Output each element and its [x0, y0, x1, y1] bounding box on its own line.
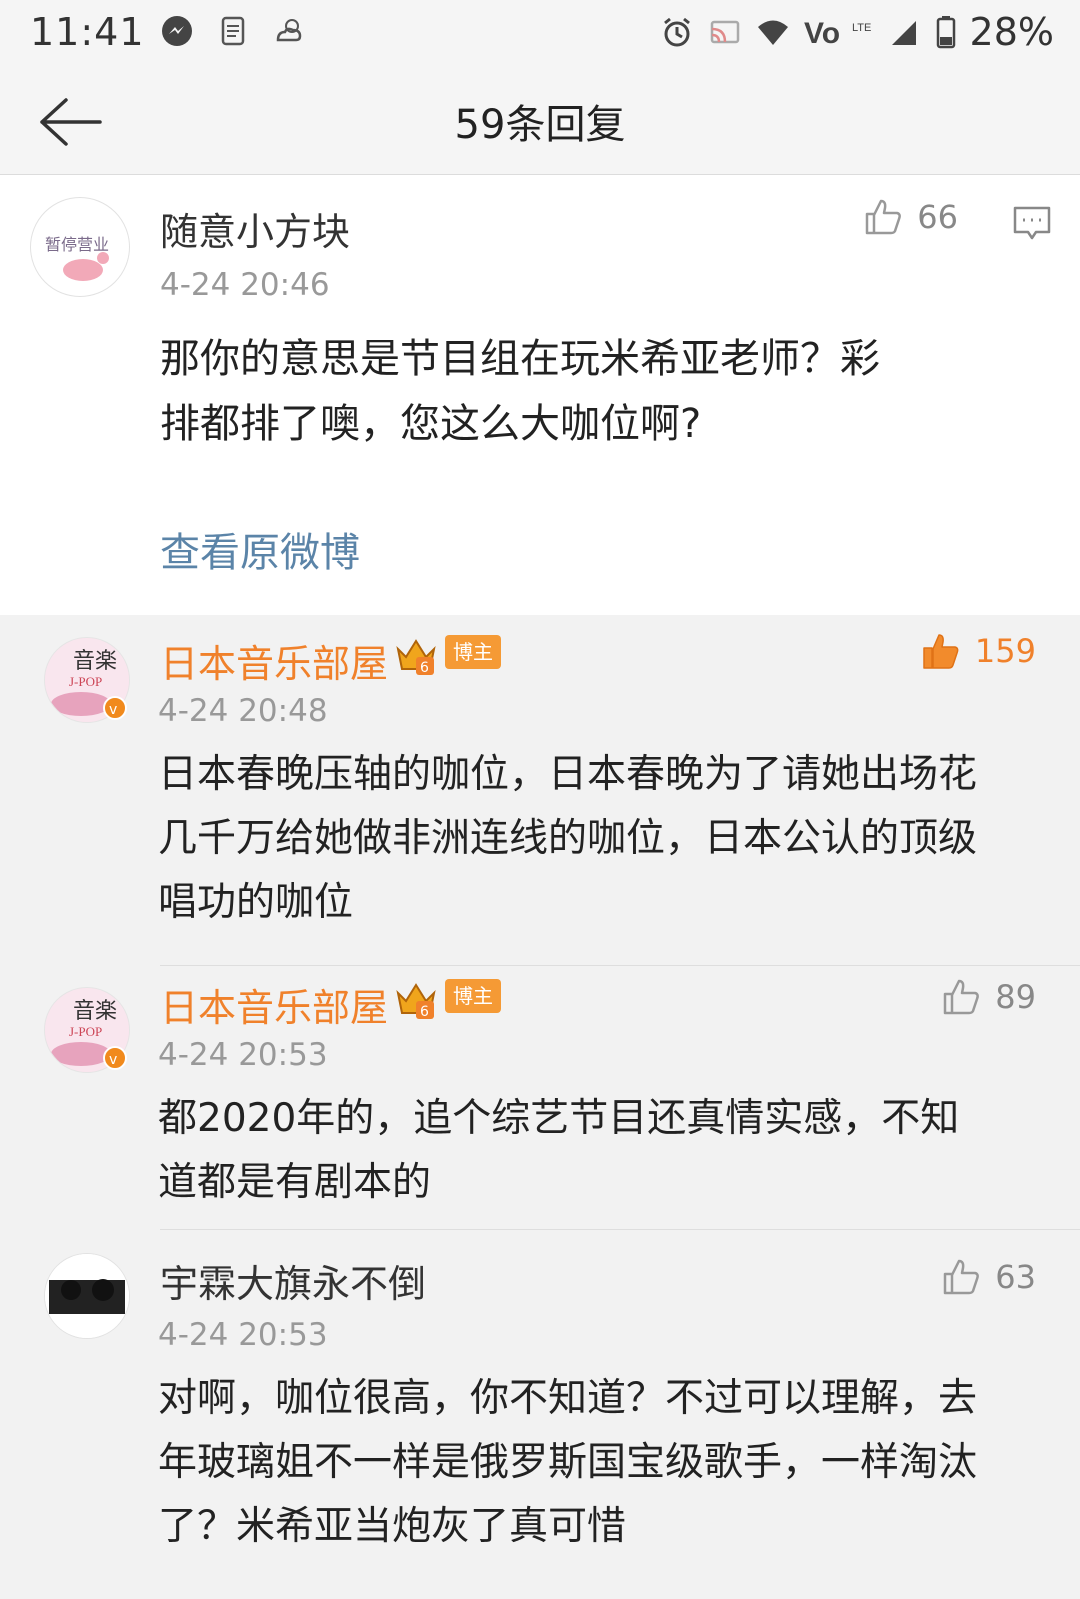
- thumbs-up-icon: [944, 979, 980, 1015]
- status-right: Vo LTE 28%: [660, 10, 1054, 54]
- thumbs-up-filled-icon: [923, 634, 959, 669]
- reply-time: 4-24 20:53: [158, 1317, 328, 1353]
- alarm-icon: [663, 17, 690, 47]
- reply-line: 几千万给她做非洲连线的咖位，日本公认的顶级: [158, 816, 978, 861]
- avatar[interactable]: 暂停营业: [30, 197, 130, 297]
- crown-icon: 6: [396, 983, 436, 1020]
- status-left-icons: [160, 14, 306, 48]
- reply-time: 4-24 20:48: [158, 693, 328, 729]
- battery-icon: [936, 16, 955, 49]
- status-time: 11:41: [30, 10, 145, 54]
- comment-author[interactable]: 随意小方块: [160, 201, 350, 256]
- avatar-image: [45, 1254, 129, 1338]
- svg-text:v: v: [109, 702, 117, 718]
- crown-icon: 6: [396, 639, 436, 676]
- svg-text:暂停营业: 暂停营业: [45, 235, 109, 254]
- author-badge: 博主: [445, 979, 501, 1013]
- like-button[interactable]: 159: [921, 631, 1036, 671]
- wifi-icon: [757, 20, 788, 45]
- comment-line: 排都排了噢，您这么大咖位啊?: [160, 401, 702, 447]
- reply-author[interactable]: 日本音乐部屋: [160, 633, 388, 688]
- comment-line: 那你的意思是节目组在玩米希亚老师？彩: [160, 336, 880, 382]
- reply-item: 宇霖大旗永不倒 63 4-24 20:53 对啊，咖位很高，你不知道？不过可以理…: [0, 1253, 1080, 1599]
- comment-text: 那你的意思是节目组在玩米希亚老师？彩 排都排了噢，您这么大咖位啊?: [160, 327, 1050, 457]
- volte-icon: Vo LTE: [804, 17, 871, 49]
- cast-icon: [710, 20, 739, 44]
- svg-text:Vo: Vo: [804, 17, 840, 49]
- messenger-icon: [162, 16, 192, 46]
- signal-icon: [891, 21, 916, 45]
- document-icon: [221, 16, 245, 46]
- like-button[interactable]: 89: [941, 977, 1036, 1017]
- battery-percent: 28%: [969, 10, 1054, 54]
- divider: [160, 965, 1080, 966]
- svg-text:6: 6: [420, 660, 429, 676]
- reply-line: 唱功的咖位: [158, 880, 354, 925]
- divider: [160, 1229, 1080, 1230]
- reply-text: 对啊，咖位很高，你不知道？不过可以理解，去 年玻璃姐不一样是俄罗斯国宝级歌手，一…: [158, 1367, 1048, 1559]
- svg-text:LTE: LTE: [852, 22, 871, 34]
- verified-badge-icon: v: [103, 696, 127, 720]
- svg-text:6: 6: [420, 1004, 429, 1020]
- reply-line: 了？米希亚当炮灰了真可惜: [158, 1504, 627, 1549]
- reply-text: 都2020年的，追个综艺节目还真情实感，不知 道都是有剧本的: [158, 1087, 1048, 1215]
- svg-text:音楽: 音楽: [73, 649, 117, 674]
- reply-line: 都2020年的，追个综艺节目还真情实感，不知: [158, 1096, 960, 1141]
- reply-line: 日本春晚压轴的咖位，日本春晚为了请她出场花: [158, 752, 978, 797]
- page-title: 59条回复: [454, 102, 626, 148]
- reply-text: 日本春晚压轴的咖位，日本春晚为了请她出场花 几千万给她做非洲连线的咖位，日本公认…: [158, 743, 1048, 935]
- status-bar: 11:41 Vo LTE 28%: [0, 0, 1080, 72]
- svg-text:音楽: 音楽: [73, 999, 117, 1024]
- reply-time: 4-24 20:53: [158, 1037, 328, 1073]
- like-count: 89: [995, 978, 1036, 1016]
- verified-badge-icon: v: [103, 1046, 127, 1070]
- author-badge: 博主: [445, 635, 501, 669]
- thumbs-up-icon: [944, 1259, 980, 1295]
- thumbs-up-icon: [866, 199, 902, 235]
- weather-icon: [276, 19, 302, 42]
- like-count: 66: [917, 198, 958, 236]
- svg-text:v: v: [109, 1052, 117, 1068]
- comment-icon[interactable]: [1012, 203, 1052, 243]
- comment-time: 4-24 20:46: [160, 267, 330, 303]
- reply-author[interactable]: 宇霖大旗永不倒: [160, 1253, 426, 1308]
- svg-text:J-POP: J-POP: [69, 1024, 102, 1039]
- reply-author[interactable]: 日本音乐部屋: [160, 977, 388, 1032]
- reply-item: 音楽 J-POP v 日本音乐部屋 6 博主 159 4-24 20:48 日本…: [0, 615, 1080, 967]
- header: 59条回复: [0, 72, 1080, 175]
- avatar[interactable]: [44, 1253, 130, 1339]
- like-count: 63: [995, 1258, 1036, 1296]
- like-count: 159: [974, 632, 1036, 670]
- reply-line: 对啊，咖位很高，你不知道？不过可以理解，去: [158, 1376, 978, 1421]
- avatar-image: 暂停营业: [45, 235, 109, 281]
- reply-item: 音楽 J-POP v 日本音乐部屋 6 博主 89 4-24 20:53 都20…: [0, 967, 1080, 1253]
- reply-line: 道都是有剧本的: [158, 1160, 432, 1205]
- svg-text:J-POP: J-POP: [69, 674, 102, 689]
- main-comment: 暂停营业 随意小方块 4-24 20:46 66 那你的意思是节目组在玩米希亚老…: [0, 175, 1080, 615]
- reply-line: 年玻璃姐不一样是俄罗斯国宝级歌手，一样淘汰: [158, 1440, 978, 1485]
- like-button[interactable]: 66: [863, 197, 958, 237]
- view-original-link[interactable]: 查看原微博: [160, 520, 360, 578]
- like-button[interactable]: 63: [941, 1257, 1036, 1297]
